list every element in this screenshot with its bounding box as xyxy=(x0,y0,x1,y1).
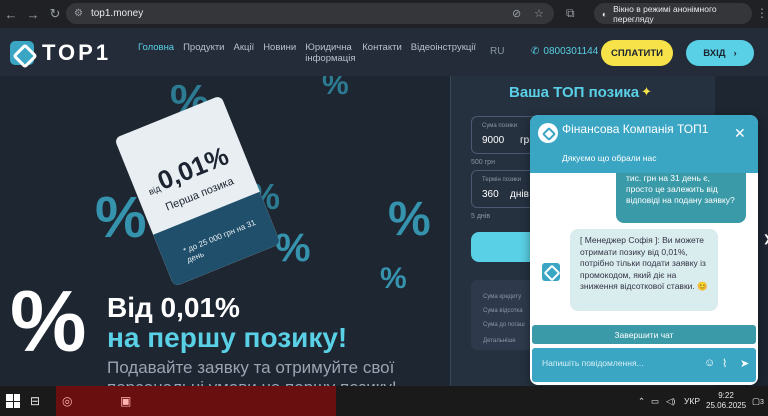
task-view-icon[interactable]: ⊟ xyxy=(30,394,40,408)
nav-item-promotions[interactable]: Акції xyxy=(234,42,255,64)
user-message-text: тис. грн на 31 день є, просто це залежит… xyxy=(626,173,735,205)
main-nav: Головна Продукти Акції Новини Юридична і… xyxy=(138,42,476,64)
summary-row: Сума до погаш xyxy=(483,322,525,328)
loan-form-title: Ваша ТОП позика xyxy=(509,84,640,101)
end-chat-button[interactable]: Завершити чат xyxy=(532,325,756,344)
notifications-icon[interactable]: ▢3 xyxy=(752,396,764,407)
nav-item-products[interactable]: Продукти xyxy=(183,42,224,64)
incognito-label: Вікно в режимі анонімного перегляду xyxy=(613,3,717,24)
mouse-cursor-icon: ❯ xyxy=(763,234,768,245)
chat-input-area: ☺ ⌇ ➤ xyxy=(532,348,756,382)
chat-widget: Фінансова Компанія ТОП1 Дякуємо що обрал… xyxy=(530,115,758,385)
taskbar-apps-area xyxy=(56,386,336,416)
amount-hint: 500 грн xyxy=(471,159,495,166)
chat-title: Фінансова Компанія ТОП1 xyxy=(562,122,709,136)
site-header: TOP1 Головна Продукти Акції Новини Юриди… xyxy=(0,28,768,76)
phone-link[interactable]: ✆ 0800301144 xyxy=(531,46,598,57)
phone-icon: ✆ xyxy=(531,46,540,57)
incognito-indicator[interactable]: ◐ Вікно в режимі анонімного перегляду xyxy=(594,3,752,24)
hero-headline: Від 0,01% xyxy=(107,292,240,323)
logo[interactable]: TOP1 xyxy=(10,40,111,66)
clock-time: 9:22 xyxy=(718,391,734,400)
language-switch[interactable]: RU xyxy=(490,46,504,57)
volume-icon[interactable]: ◁) xyxy=(666,396,675,407)
nav-item-videos[interactable]: Відеоінструкції xyxy=(411,42,476,64)
promo-ticket: від 0,01% Перша позика * до 25 000 грн н… xyxy=(114,95,281,287)
close-icon[interactable]: ✕ xyxy=(734,125,746,142)
ticket-note: * до 25 000 грн на 31 день xyxy=(181,217,257,265)
term-unit: днів xyxy=(510,189,529,200)
app-icon[interactable]: ◎ xyxy=(62,394,72,408)
summary-row: Сума кредиту xyxy=(483,294,522,300)
windows-start-icon[interactable] xyxy=(6,394,20,408)
pay-button[interactable]: СПЛАТИТИ xyxy=(601,40,673,66)
site-info-icon[interactable]: ⚙ xyxy=(74,8,83,19)
percent-decor-icon: % xyxy=(380,262,407,295)
user-message: тис. грн на 31 день є, просто це залежит… xyxy=(616,173,746,223)
bookmark-star-icon[interactable]: ☆ xyxy=(534,7,544,20)
chat-message-input[interactable] xyxy=(542,358,692,368)
address-bar[interactable]: ⚙ top1.money ⊘ ☆ xyxy=(66,3,554,24)
end-chat-label: Завершити чат xyxy=(614,329,674,340)
hero-subheadline: на першу позику! xyxy=(107,322,348,353)
coin-icon: ✦ xyxy=(641,84,652,99)
send-icon[interactable]: ➤ xyxy=(740,357,749,370)
chat-header: Фінансова Компанія ТОП1 Дякуємо що обрал… xyxy=(530,115,758,173)
login-button-label: ВХІД xyxy=(703,47,726,59)
amount-value: 9000 xyxy=(482,135,505,146)
incognito-icon: ◐ xyxy=(602,8,608,19)
clock[interactable]: 9:22 25.06.2025 xyxy=(706,391,746,411)
extensions-icon[interactable]: ⧉ xyxy=(566,6,575,21)
amount-label: Сума позики xyxy=(482,123,517,129)
chat-subtitle: Дякуємо що обрали нас xyxy=(562,153,657,163)
app-icon[interactable]: ▣ xyxy=(120,394,131,408)
nav-item-home[interactable]: Головна xyxy=(138,42,174,64)
keyboard-language[interactable]: УКР xyxy=(684,396,700,406)
company-logo-icon xyxy=(538,123,558,143)
logo-text: TOP1 xyxy=(42,40,112,65)
notifications-count: 3 xyxy=(760,399,764,406)
chat-messages[interactable]: тис. грн на 31 день є, просто це залежит… xyxy=(530,173,758,325)
forward-icon[interactable]: → xyxy=(22,3,44,25)
windows-taskbar: ⊟ ◎ ▣ ⌃ ▭ ◁) УКР 9:22 25.06.2025 ▢3 xyxy=(0,386,768,416)
percent-decor-icon: % xyxy=(322,76,349,101)
reload-icon[interactable]: ↻ xyxy=(44,3,66,25)
clock-date: 25.06.2025 xyxy=(706,401,747,410)
phone-number: 0800301144 xyxy=(543,46,599,57)
logo-mark-icon xyxy=(10,41,34,65)
summary-row: Сума відсотка xyxy=(483,308,523,314)
attach-icon[interactable]: ⌇ xyxy=(722,357,727,370)
tray-chevron-icon[interactable]: ⌃ xyxy=(638,396,645,407)
nav-item-news[interactable]: Новини xyxy=(263,42,296,64)
hero-paragraph: Подавайте заявку та отримуйте свої персо… xyxy=(107,358,397,386)
bot-message: [ Менеджер Софія ]: Ви можете отримати п… xyxy=(570,229,718,311)
term-hint: 5 днів xyxy=(471,213,491,220)
browser-menu-icon[interactable]: ⋮ xyxy=(756,6,768,20)
chevron-right-icon: › xyxy=(733,47,737,59)
nav-item-contacts[interactable]: Контакти xyxy=(362,42,402,64)
eye-off-icon[interactable]: ⊘ xyxy=(512,7,521,20)
url-text: top1.money xyxy=(90,8,144,19)
login-button[interactable]: ВХІД › xyxy=(686,40,754,66)
big-percent-icon: % xyxy=(10,274,87,370)
back-icon[interactable]: ← xyxy=(0,3,22,25)
term-label: Термін позики xyxy=(482,177,522,183)
pay-button-label: СПЛАТИТИ xyxy=(610,47,663,59)
percent-decor-icon: % xyxy=(275,226,311,270)
percent-decor-icon: % xyxy=(388,193,431,246)
manager-avatar-icon xyxy=(542,263,560,281)
network-icon[interactable]: ▭ xyxy=(651,396,659,407)
nav-item-legal[interactable]: Юридична інформація xyxy=(305,42,355,64)
bot-message-text: [ Менеджер Софія ]: Ви можете отримати п… xyxy=(580,235,708,291)
details-link[interactable]: Детальніше xyxy=(483,338,516,344)
term-value: 360 xyxy=(482,189,499,200)
browser-toolbar: ← → ↻ ⚙ top1.money ⊘ ☆ ⧉ ◐ Вікно в режим… xyxy=(0,0,768,28)
emoji-icon[interactable]: ☺ xyxy=(704,357,715,369)
